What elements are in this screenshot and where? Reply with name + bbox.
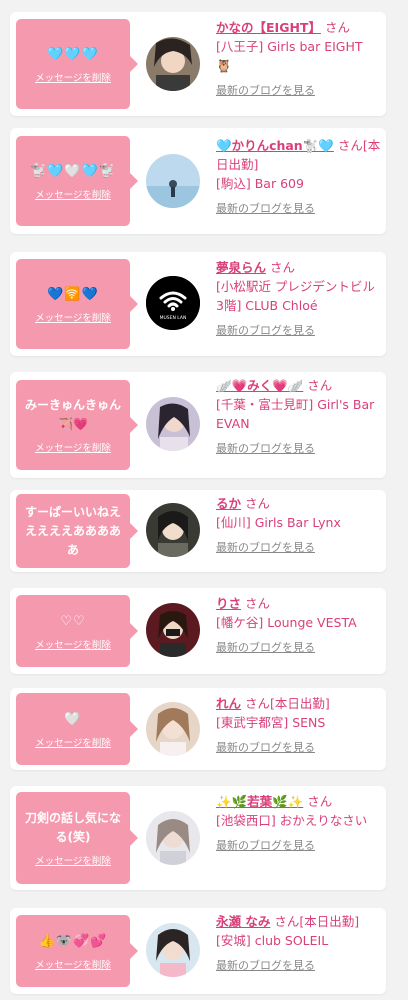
member-name-link[interactable]: りさ bbox=[216, 596, 241, 611]
delete-message-link[interactable]: メッセージを削除 bbox=[35, 637, 111, 651]
shop-name: [安城] club SOLEIL bbox=[216, 933, 329, 948]
message-text: 👍🐨💞💕 bbox=[38, 933, 108, 949]
message-text: 🐩🩵🤍🩵🐩 bbox=[30, 163, 116, 179]
member-name-link[interactable]: ✨🌿若葉🌿✨ bbox=[216, 794, 303, 809]
shop-name: [駒込] Bar 609 bbox=[216, 176, 304, 191]
delete-message-link[interactable]: メッセージを削除 bbox=[35, 310, 111, 324]
member-info: 🪽💗みく💗🪽 さん [千葉・富士見町] Girl's Bar EVAN 最新のブ… bbox=[216, 376, 382, 458]
message-card: 刀剣の話し気になる(笑) メッセージを削除 ✨🌿若葉🌿✨ さん [池袋西口] お… bbox=[10, 786, 386, 890]
message-bubble: みーきゅんきゅん🏹💗 メッセージを削除 bbox=[16, 380, 138, 470]
member-info: るか さん [仙川] Girls Bar Lynx 最新のブログを見る bbox=[216, 494, 382, 557]
message-text: みーきゅんきゅん🏹💗 bbox=[24, 398, 121, 431]
latest-blog-link[interactable]: 最新のブログを見る bbox=[216, 638, 382, 657]
delete-message-link[interactable]: メッセージを削除 bbox=[35, 70, 111, 84]
member-info: 永瀬 なみ さん[本日出勤] [安城] club SOLEIL 最新のブログを見… bbox=[216, 912, 382, 975]
honorific: さん bbox=[307, 378, 333, 393]
avatar[interactable] bbox=[146, 154, 200, 208]
member-info: れん さん[本日出勤] [東武宇都宮] SENS 最新のブログを見る bbox=[216, 694, 382, 757]
honorific: さん bbox=[270, 260, 296, 275]
avatar[interactable] bbox=[146, 603, 200, 657]
message-card: みーきゅんきゅん🏹💗 メッセージを削除 🪽💗みく💗🪽 さん [千葉・富士見町] … bbox=[10, 372, 386, 478]
message-card: 🐩🩵🤍🩵🐩 メッセージを削除 🩵かりんchan🐩🩵 さん[本日出勤] [駒込] … bbox=[10, 128, 386, 234]
latest-blog-link[interactable]: 最新のブログを見る bbox=[216, 439, 382, 458]
message-bubble: 👍🐨💞💕 メッセージを削除 bbox=[16, 915, 138, 987]
member-name-link[interactable]: かなの【EIGHT】 bbox=[216, 20, 321, 35]
honorific: さん bbox=[324, 20, 350, 35]
member-name-link[interactable]: るか bbox=[216, 496, 241, 511]
message-text: すーぱーいいねえええええあああああ bbox=[24, 504, 121, 557]
message-bubble: 🐩🩵🤍🩵🐩 メッセージを削除 bbox=[16, 136, 138, 226]
latest-blog-link[interactable]: 最新のブログを見る bbox=[216, 321, 382, 340]
honorific: さん[本日出勤] bbox=[274, 914, 360, 929]
message-card: 👍🐨💞💕 メッセージを削除 永瀬 なみ さん[本日出勤] [安城] club S… bbox=[10, 908, 386, 994]
shop-name: [小松駅近 プレジデントビル3階] CLUB Chloé bbox=[216, 279, 375, 313]
honorific: さん[本日出勤] bbox=[245, 696, 330, 711]
latest-blog-link[interactable]: 最新のブログを見る bbox=[216, 836, 382, 855]
message-card: 🩵🩵🩵 メッセージを削除 かなの【EIGHT】 さん [八王子] Girls b… bbox=[10, 12, 386, 116]
shop-name: [八王子] Girls bar EIGHT 🦉 bbox=[216, 39, 363, 73]
avatar[interactable] bbox=[146, 503, 200, 557]
member-info: 🩵かりんchan🐩🩵 さん[本日出勤] [駒込] Bar 609 最新のブログを… bbox=[216, 136, 382, 218]
message-bubble: 💙🛜💙 メッセージを削除 bbox=[16, 259, 138, 349]
avatar[interactable] bbox=[146, 397, 200, 451]
member-name-link[interactable]: 永瀬 なみ bbox=[216, 914, 270, 929]
delete-message-link[interactable]: メッセージを削除 bbox=[35, 853, 111, 867]
member-name-link[interactable]: れん bbox=[216, 696, 241, 711]
delete-message-link[interactable]: メッセージを削除 bbox=[35, 440, 111, 454]
message-text: ♡♡ bbox=[60, 613, 86, 629]
message-text: 🤍 bbox=[64, 711, 82, 727]
member-name-link[interactable]: 夢泉らん bbox=[216, 260, 266, 275]
member-info: ✨🌿若葉🌿✨ さん [池袋西口] おかえりなさい 最新のブログを見る bbox=[216, 792, 382, 855]
message-card: 🤍 メッセージを削除 れん さん[本日出勤] [東武宇都宮] SENS 最新のブ… bbox=[10, 688, 386, 770]
avatar[interactable] bbox=[146, 811, 200, 865]
message-card: ♡♡ メッセージを削除 りさ さん [幡ケ谷] Lounge VESTA 最新の… bbox=[10, 588, 386, 674]
avatar[interactable] bbox=[146, 702, 200, 756]
shop-name: [仙川] Girls Bar Lynx bbox=[216, 515, 341, 530]
latest-blog-link[interactable]: 最新のブログを見る bbox=[216, 81, 382, 100]
latest-blog-link[interactable]: 最新のブログを見る bbox=[216, 738, 382, 757]
message-text: 刀剣の話し気になる(笑) bbox=[24, 811, 121, 844]
latest-blog-link[interactable]: 最新のブログを見る bbox=[216, 199, 382, 218]
shop-name: [千葉・富士見町] Girl's Bar EVAN bbox=[216, 397, 375, 431]
message-bubble: 🩵🩵🩵 メッセージを削除 bbox=[16, 19, 138, 109]
avatar[interactable]: MUSEN LAN bbox=[146, 276, 200, 330]
member-info: かなの【EIGHT】 さん [八王子] Girls bar EIGHT 🦉 最新… bbox=[216, 18, 382, 100]
member-name-link[interactable]: 🪽💗みく💗🪽 bbox=[216, 378, 303, 393]
honorific: さん bbox=[245, 596, 271, 611]
member-name-link[interactable]: 🩵かりんchan🐩🩵 bbox=[216, 138, 334, 153]
message-text: 💙🛜💙 bbox=[47, 286, 99, 302]
honorific: さん bbox=[307, 794, 333, 809]
message-text: 🩵🩵🩵 bbox=[47, 46, 99, 62]
avatar[interactable] bbox=[146, 37, 200, 91]
shop-name: [幡ケ谷] Lounge VESTA bbox=[216, 615, 357, 630]
delete-message-link[interactable]: メッセージを削除 bbox=[35, 187, 111, 201]
message-bubble: 刀剣の話し気になる(笑) メッセージを削除 bbox=[16, 792, 138, 884]
shop-name: [東武宇都宮] SENS bbox=[216, 715, 326, 730]
avatar[interactable] bbox=[146, 923, 200, 977]
delete-message-link[interactable]: メッセージを削除 bbox=[35, 957, 111, 971]
message-list: 🩵🩵🩵 メッセージを削除 かなの【EIGHT】 さん [八王子] Girls b… bbox=[0, 0, 408, 1000]
svg-text:MUSEN LAN: MUSEN LAN bbox=[160, 315, 187, 321]
member-info: りさ さん [幡ケ谷] Lounge VESTA 最新のブログを見る bbox=[216, 594, 382, 657]
latest-blog-link[interactable]: 最新のブログを見る bbox=[216, 538, 382, 557]
shop-name: [池袋西口] おかえりなさい bbox=[216, 813, 368, 828]
message-bubble: すーぱーいいねえええええあああああ bbox=[16, 494, 138, 568]
message-card: すーぱーいいねえええええあああああ るか さん [仙川] Girls Bar L… bbox=[10, 490, 386, 572]
message-bubble: ♡♡ メッセージを削除 bbox=[16, 595, 138, 667]
member-info: 夢泉らん さん [小松駅近 プレジデントビル3階] CLUB Chloé 最新の… bbox=[216, 258, 382, 340]
latest-blog-link[interactable]: 最新のブログを見る bbox=[216, 956, 382, 975]
honorific: さん bbox=[245, 496, 271, 511]
message-bubble: 🤍 メッセージを削除 bbox=[16, 693, 138, 765]
message-card: 💙🛜💙 メッセージを削除 MUSEN LAN 夢泉らん さん [小松駅近 プレジ… bbox=[10, 252, 386, 356]
wifi-icon: MUSEN LAN bbox=[146, 276, 200, 330]
delete-message-link[interactable]: メッセージを削除 bbox=[35, 735, 111, 749]
